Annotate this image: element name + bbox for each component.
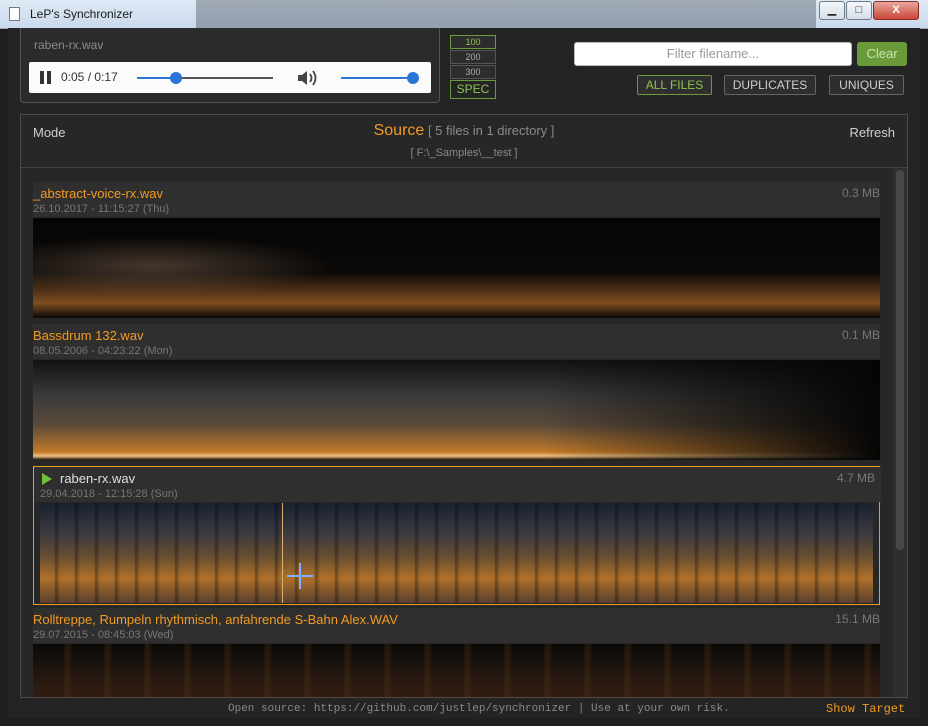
document-icon [9,7,20,21]
size-100-button[interactable]: 100 [450,35,496,49]
seek-slider[interactable] [137,72,273,84]
speaker-icon[interactable] [297,69,319,87]
minimize-button[interactable]: ▁ [819,1,845,20]
player-filename: raben-rx.wav [34,38,104,52]
playhead [282,503,283,603]
file-item[interactable]: _abstract-voice-rx.wav 26.10.2017 - 11:1… [33,182,880,321]
size-300-button[interactable]: 300 [450,65,496,79]
crosshair-cursor-icon [287,563,313,589]
file-size: 0.3 MB [841,186,880,200]
file-size: 15.1 MB [835,612,880,626]
tab-duplicates[interactable]: DUPLICATES [724,75,816,95]
play-icon [42,473,52,485]
footer: Open source: https://github.com/justlep/… [0,700,928,718]
show-target-link[interactable]: Show Target [826,702,905,716]
refresh-button[interactable]: Refresh [849,125,895,140]
spectrogram[interactable] [40,503,873,603]
size-200-button[interactable]: 200 [450,50,496,64]
spectrogram[interactable] [33,218,880,318]
file-item-header: Bassdrum 132.wav 08.05.2006 - 04:23:22 (… [33,324,880,359]
seek-handle[interactable] [170,72,183,84]
tab-uniques[interactable]: UNIQUES [829,75,904,95]
volume-fill [341,77,413,79]
volume-slider[interactable] [341,72,419,84]
tab-all-files[interactable]: ALL FILES [637,75,712,95]
file-date: 29.04.2018 - 12:15:28 (Sun) [40,488,178,500]
file-item-header: _abstract-voice-rx.wav 26.10.2017 - 11:1… [33,182,880,217]
clear-button[interactable]: Clear [857,42,907,66]
file-panel: Mode Source [ 5 files in 1 directory ] [… [20,114,908,698]
file-item-header: raben-rx.wav 29.04.2018 - 12:15:28 (Sun)… [34,467,881,502]
spectrogram[interactable] [33,644,880,697]
source-path: [ F:\_Samples\__test ] [410,147,518,159]
scrollbar-thumb[interactable] [896,170,904,550]
window-title: LeP's Synchronizer [30,7,134,21]
pause-icon[interactable] [40,71,44,84]
file-item-header: Rolltreppe, Rumpeln rhythmisch, anfahren… [33,608,880,643]
file-size: 4.7 MB [836,471,875,485]
volume-handle[interactable] [407,72,419,84]
file-name[interactable]: raben-rx.wav [60,471,135,486]
file-name[interactable]: Bassdrum 132.wav [33,328,144,343]
footer-text: Open source: https://github.com/justlep/… [228,703,730,715]
file-list: _abstract-voice-rx.wav 26.10.2017 - 11:1… [21,168,893,697]
vertical-scrollbar[interactable] [893,168,907,697]
panel-header: Mode Source [ 5 files in 1 directory ] [… [21,115,907,168]
spectrogram[interactable] [33,360,880,460]
file-date: 26.10.2017 - 11:15:27 (Thu) [33,203,170,215]
file-date: 29.07.2015 - 08:45:03 (Wed) [33,629,174,641]
file-name[interactable]: _abstract-voice-rx.wav [33,186,163,201]
player-time: 0:05 / 0:17 [61,70,118,84]
player-controls: 0:05 / 0:17 [29,62,431,93]
file-item[interactable]: Rolltreppe, Rumpeln rhythmisch, anfahren… [33,608,880,697]
file-item[interactable]: Bassdrum 132.wav 08.05.2006 - 04:23:22 (… [33,324,880,463]
file-item-active[interactable]: raben-rx.wav 29.04.2018 - 12:15:28 (Sun)… [33,466,881,605]
source-title: Source [373,122,425,139]
pause-icon-bar[interactable] [47,71,51,84]
file-name[interactable]: Rolltreppe, Rumpeln rhythmisch, anfahren… [33,612,398,627]
close-button[interactable]: X [873,1,919,20]
audio-player: raben-rx.wav 0:05 / 0:17 [20,28,440,103]
file-date: 08.05.2006 - 04:23:22 (Mon) [33,345,173,357]
source-heading: Source [ 5 files in 1 directory ] [21,122,907,140]
file-size: 0.1 MB [841,328,880,342]
source-summary: [ 5 files in 1 directory ] [427,123,555,138]
title-bar: LeP's Synchronizer ▁ □ X [0,0,928,29]
maximize-button[interactable]: □ [846,1,872,20]
filter-filename-input[interactable]: Filter filename... [574,42,852,66]
spec-toggle[interactable]: SPEC [450,80,496,99]
background-window-strip [196,0,816,28]
